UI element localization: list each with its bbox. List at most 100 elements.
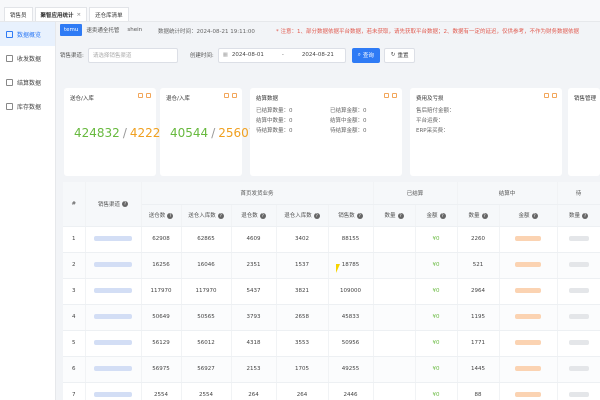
export-icon[interactable] xyxy=(146,93,151,98)
card-shipped: 送仓/入库 424832/422259 xyxy=(64,88,176,176)
channel-link[interactable] xyxy=(85,226,142,253)
cell-sales: 88155 xyxy=(328,226,374,253)
close-icon[interactable]: × xyxy=(77,12,82,18)
card-sales: 销售管理 xyxy=(568,88,600,176)
help-icon[interactable]: ? xyxy=(582,212,589,219)
card-tools xyxy=(544,93,557,98)
cell-ship-count: 50649 xyxy=(141,304,182,331)
copy-icon[interactable] xyxy=(384,93,389,98)
query-button[interactable]: ⌕ 查询 xyxy=(351,47,380,63)
sidebar-item-shipping[interactable]: 收发数据 xyxy=(0,46,55,70)
cell-ship-in: 117970 xyxy=(181,278,232,305)
col-label: 金额 xyxy=(518,213,530,219)
channel-name-blurred xyxy=(94,391,132,397)
export-icon[interactable] xyxy=(552,93,557,98)
amount-blurred xyxy=(515,339,542,345)
cell-return-count: 3793 xyxy=(231,304,277,331)
cell-sales: 18785 xyxy=(328,252,374,279)
cell-settled-amt: ¥0 xyxy=(415,304,458,331)
filter-bar: 销售渠道: 请选择销售渠道 创建时间: ▦ 2024-08-01 - 2024-… xyxy=(60,47,416,63)
channel-link[interactable] xyxy=(85,382,142,400)
help-icon[interactable]: ? xyxy=(313,212,320,219)
channel-name-blurred xyxy=(94,235,132,241)
help-icon[interactable]: ? xyxy=(481,212,488,219)
amount-blurred xyxy=(515,391,542,397)
box-icon xyxy=(6,54,13,62)
sidebar-item-settlement[interactable]: 结算数据 xyxy=(0,70,55,94)
cell-sales: 49255 xyxy=(328,356,374,383)
cell-settling-amt xyxy=(499,252,558,279)
tab-salesperson[interactable]: 销售员 xyxy=(4,7,33,21)
wallet-icon xyxy=(6,78,13,86)
help-icon[interactable]: ? xyxy=(397,212,404,219)
tab-warehouse-list[interactable]: 还仓库清单 xyxy=(89,7,129,21)
help-icon[interactable]: ? xyxy=(167,212,174,219)
col-channel[interactable]: 销售渠道? xyxy=(85,182,142,227)
cell-return-in: 3821 xyxy=(276,278,329,305)
kv-key: 售后赔付金额： xyxy=(416,108,455,114)
platform-shein[interactable]: shein xyxy=(123,24,146,36)
card-cost: 费用及亏损 售后赔付金额： 平台运费： ERP采买费： xyxy=(410,88,562,176)
card-returned: 退仓/入库 40544/25607 xyxy=(160,88,256,176)
col-settling-qty: 数量? xyxy=(457,204,500,227)
cell-settled-amt: ¥0 xyxy=(415,252,458,279)
kv-row: 已结算金额：0 xyxy=(330,106,367,116)
cell-settling-amt xyxy=(499,382,558,400)
platform-aliexpress[interactable]: 速卖通全托管 xyxy=(82,24,123,36)
sidebar-item-overview[interactable]: 数据概览 xyxy=(0,22,55,46)
cell-settling-qty: 1195 xyxy=(457,304,500,331)
channel-link[interactable] xyxy=(85,278,142,305)
table-row: 4 50649 50565 3793 2658 45833 ¥0 1195 xyxy=(63,304,600,331)
search-icon: ⌕ xyxy=(357,51,361,58)
export-icon[interactable] xyxy=(232,93,237,98)
sidebar: 数据概览 收发数据 结算数据 库存数据 xyxy=(0,22,56,400)
cell-sales: 45833 xyxy=(328,304,374,331)
kv-row: 结算中数量：0 xyxy=(256,116,293,126)
help-icon[interactable]: ? xyxy=(122,201,128,208)
cell-ship-count: 117970 xyxy=(141,278,182,305)
help-icon[interactable]: ? xyxy=(439,212,446,219)
copy-icon[interactable] xyxy=(224,93,229,98)
cell-settled-amt: ¥0 xyxy=(415,226,458,253)
col-pending-qty: 数量? xyxy=(557,204,600,227)
channel-link[interactable] xyxy=(85,356,142,383)
channel-name-blurred xyxy=(94,339,132,345)
platform-temu[interactable]: temu xyxy=(60,24,83,36)
help-icon[interactable]: ? xyxy=(217,212,224,219)
tab-label: 聚智应用统计 xyxy=(40,12,74,19)
cell-sales: 50956 xyxy=(328,330,374,357)
col-label: 金额 xyxy=(426,213,438,219)
cell-sales: 2446 xyxy=(328,382,374,400)
slash: / xyxy=(211,126,216,140)
cell-return-count: 264 xyxy=(231,382,277,400)
export-icon[interactable] xyxy=(392,93,397,98)
cell-return-count: 2351 xyxy=(231,252,277,279)
sidebar-item-inventory[interactable]: 库存数据 xyxy=(0,94,55,118)
channel-name-blurred xyxy=(94,261,132,267)
table-row: 3 117970 117970 5437 3821 109000 ¥0 2964 xyxy=(63,278,600,305)
col-label: 送仓数 xyxy=(148,213,166,219)
card-tools xyxy=(138,93,151,98)
refresh-icon: ↻ xyxy=(390,52,396,58)
settlement-qty-list: 已结算数量：0 结算中数量：0 待结算数量：0 xyxy=(256,106,293,136)
col-ship-count: 送仓数? xyxy=(141,204,182,227)
help-icon[interactable]: ? xyxy=(259,212,266,219)
tab-label: 还仓库清单 xyxy=(95,12,123,19)
cell-sales: 109000 xyxy=(328,278,374,305)
warning-note: * 注意：1、部分数据依据平台数据，若未获取，请先获取平台数据；2、数据有一定的… xyxy=(276,29,580,35)
channel-link[interactable] xyxy=(85,330,142,357)
reset-button[interactable]: ↻ 重置 xyxy=(383,47,416,63)
channel-link[interactable] xyxy=(85,304,142,331)
tab-app-stats[interactable]: 聚智应用统计 × xyxy=(34,7,88,21)
channel-link[interactable] xyxy=(85,252,142,279)
copy-icon[interactable] xyxy=(544,93,549,98)
cell-settled-qty xyxy=(373,304,416,331)
help-icon[interactable]: ? xyxy=(531,212,538,219)
help-icon[interactable]: ? xyxy=(356,212,363,219)
date-range-picker[interactable]: ▦ 2024-08-01 - 2024-08-21 xyxy=(217,47,346,63)
cell-return-count: 4609 xyxy=(231,226,277,253)
card-title: 销售管理 xyxy=(574,96,597,102)
channel-select[interactable]: 请选择销售渠道 xyxy=(87,47,178,63)
amount-blurred xyxy=(515,313,542,319)
copy-icon[interactable] xyxy=(138,93,143,98)
